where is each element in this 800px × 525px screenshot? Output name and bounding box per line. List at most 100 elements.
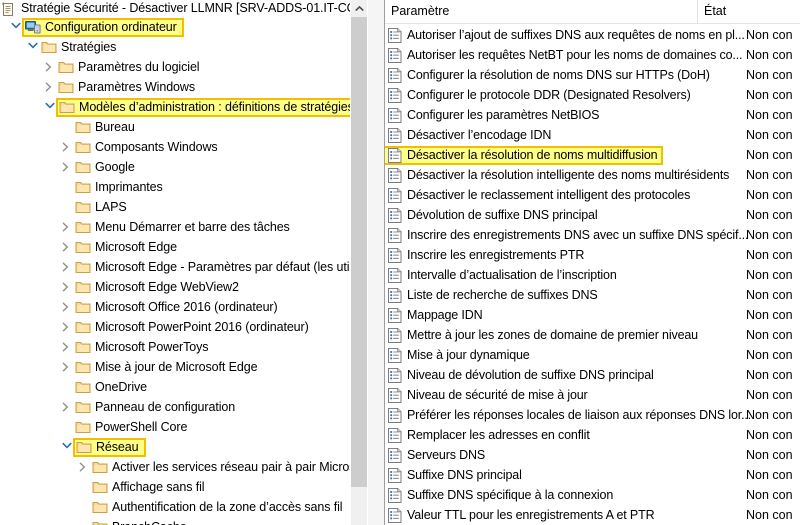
policy-tree-scroll-area[interactable]: Stratégie Sécurité - Désactiver LLMNR [S… bbox=[0, 0, 367, 525]
tree-item-20[interactable]: PowerShell Core bbox=[0, 417, 367, 437]
settings-list-row[interactable]: Désactiver la résolution de noms multidi… bbox=[385, 145, 800, 165]
tree-expander-expanded[interactable] bbox=[8, 17, 23, 37]
tree-expander-collapsed[interactable] bbox=[59, 157, 74, 177]
tree-item-2[interactable]: Paramètres du logiciel bbox=[0, 57, 367, 77]
settings-list-row[interactable]: Mappage IDN Non con bbox=[385, 305, 800, 325]
tree-expander-none bbox=[76, 497, 91, 517]
tree-item-label: Activer les services réseau pair à pair … bbox=[112, 460, 367, 474]
tree-item-16[interactable]: Microsoft PowerToys bbox=[0, 337, 367, 357]
settings-list-row[interactable]: Niveau de sécurité de mise à jour Non con bbox=[385, 385, 800, 405]
tree-item-5[interactable]: Bureau bbox=[0, 117, 367, 137]
tree-item-18[interactable]: OneDrive bbox=[0, 377, 367, 397]
list-row-content: Valeur TTL pour les enregistrements A et… bbox=[385, 506, 660, 525]
tree-item-17[interactable]: Mise à jour de Microsoft Edge bbox=[0, 357, 367, 377]
tree-expander-collapsed[interactable] bbox=[59, 237, 74, 257]
settings-list-row[interactable]: Configurer les paramètres NetBIOS Non con bbox=[385, 105, 800, 125]
computer-icon bbox=[24, 17, 42, 37]
folder-icon bbox=[74, 277, 92, 297]
tree-item-7[interactable]: Google bbox=[0, 157, 367, 177]
settings-list-row[interactable]: Niveau de dévolution de suffixe DNS prin… bbox=[385, 365, 800, 385]
policy-setting-name: Désactiver le reclassement intelligent d… bbox=[407, 188, 691, 202]
settings-list-row[interactable]: Valeur TTL pour les enregistrements A et… bbox=[385, 505, 800, 525]
tree-expander-expanded[interactable] bbox=[25, 37, 40, 57]
folder-icon bbox=[74, 197, 92, 217]
tree-item-3[interactable]: Paramètres Windows bbox=[0, 77, 367, 97]
settings-list-row[interactable]: Configurer la résolution de noms DNS sur… bbox=[385, 65, 800, 85]
scroll-thumb[interactable] bbox=[351, 17, 367, 487]
tree-item-22[interactable]: Activer les services réseau pair à pair … bbox=[0, 457, 367, 477]
tree-expander-collapsed[interactable] bbox=[59, 217, 74, 237]
settings-list-row[interactable]: Désactiver le reclassement intelligent d… bbox=[385, 185, 800, 205]
tree-item-25[interactable]: BranchCache bbox=[0, 517, 367, 525]
policy-setting-icon bbox=[387, 326, 405, 345]
tree-expander-collapsed[interactable] bbox=[59, 357, 74, 377]
settings-list-row[interactable]: Liste de recherche de suffixes DNS Non co… bbox=[385, 285, 800, 305]
settings-list-row[interactable]: Autoriser l’ajout de suffixes DNS aux re… bbox=[385, 25, 800, 45]
settings-list-row[interactable]: Intervalle d’actualisation de l’inscript… bbox=[385, 265, 800, 285]
tree-item-content: Paramètres du logiciel bbox=[57, 57, 202, 77]
tree-root-title-row[interactable]: Stratégie Sécurité - Désactiver LLMNR [S… bbox=[0, 0, 367, 17]
settings-list-row[interactable]: Désactiver l’encodage IDN Non con bbox=[385, 125, 800, 145]
tree-item-content: Paramètres Windows bbox=[57, 77, 198, 97]
tree-item-15[interactable]: Microsoft PowerPoint 2016 (ordinateur) bbox=[0, 317, 367, 337]
list-row-content: Suffixe DNS principal bbox=[385, 466, 528, 485]
policy-setting-icon bbox=[387, 306, 405, 325]
tree-item-9[interactable]: LAPS bbox=[0, 197, 367, 217]
settings-list-row[interactable]: Remplacer les adresses en conflit Non con bbox=[385, 425, 800, 445]
policy-setting-state: Non con bbox=[746, 188, 793, 202]
tree-item-23[interactable]: Affichage sans fil bbox=[0, 477, 367, 497]
settings-list-row[interactable]: Mise à jour dynamique Non con bbox=[385, 345, 800, 365]
tree-expander-collapsed[interactable] bbox=[59, 297, 74, 317]
tree-expander-collapsed[interactable] bbox=[59, 257, 74, 277]
settings-list-row[interactable]: Inscrire des enregistrements DNS avec un… bbox=[385, 225, 800, 245]
tree-item-highlight-box: Modèles d’administration : définitions d… bbox=[56, 97, 367, 117]
tree-item-1[interactable]: Stratégies bbox=[0, 37, 367, 57]
tree-item-8[interactable]: Imprimantes bbox=[0, 177, 367, 197]
tree-item-label: Panneau de configuration bbox=[95, 400, 236, 414]
settings-list-row[interactable]: Autoriser les requêtes NetBT pour les no… bbox=[385, 45, 800, 65]
tree-item-label: Microsoft PowerToys bbox=[95, 340, 209, 354]
settings-list-row[interactable]: Serveurs DNS Non con bbox=[385, 445, 800, 465]
tree-expander-collapsed[interactable] bbox=[59, 397, 74, 417]
tree-expander-collapsed[interactable] bbox=[59, 317, 74, 337]
tree-expander-expanded[interactable] bbox=[59, 437, 74, 457]
tree-expander-expanded[interactable] bbox=[42, 97, 57, 117]
settings-list-pane: Paramètre État Autoriser l’ajout de suff… bbox=[384, 0, 800, 525]
settings-list-row[interactable]: Dévolution de suffixe DNS principal Non c… bbox=[385, 205, 800, 225]
chevron-down-icon bbox=[45, 102, 55, 109]
settings-list-row[interactable]: Suffixe DNS principal Non con bbox=[385, 465, 800, 485]
tree-item-10[interactable]: Menu Démarrer et barre des tâches bbox=[0, 217, 367, 237]
settings-list-row[interactable]: Suffixe DNS spécifique à la connexion Non… bbox=[385, 485, 800, 505]
column-header-state[interactable]: État bbox=[698, 0, 800, 23]
policy-setting-state: Non con bbox=[746, 448, 793, 462]
tree-expander-collapsed[interactable] bbox=[59, 137, 74, 157]
list-row-content: Désactiver l’encodage IDN bbox=[385, 126, 557, 145]
settings-list-row[interactable]: Préférer les réponses locales de liaison… bbox=[385, 405, 800, 425]
tree-item-19[interactable]: Panneau de configuration bbox=[0, 397, 367, 417]
settings-list-row[interactable]: Inscrire les enregistrements PTR Non con bbox=[385, 245, 800, 265]
tree-item-21[interactable]: Réseau bbox=[0, 437, 367, 457]
tree-expander-collapsed[interactable] bbox=[76, 457, 91, 477]
settings-list-row[interactable]: Mettre à jour les zones de domaine de pr… bbox=[385, 325, 800, 345]
column-header-setting[interactable]: Paramètre bbox=[385, 0, 698, 23]
tree-item-6[interactable]: Composants Windows bbox=[0, 137, 367, 157]
tree-vertical-scrollbar[interactable] bbox=[350, 0, 367, 525]
settings-list-row[interactable]: Configurer le protocole DDR (Designated … bbox=[385, 85, 800, 105]
tree-item-4[interactable]: Modèles d’administration : définitions d… bbox=[0, 97, 367, 117]
settings-list-row[interactable]: Désactiver la résolution intelligente de… bbox=[385, 165, 800, 185]
tree-item-12[interactable]: Microsoft Edge - Paramètres par défaut (… bbox=[0, 257, 367, 277]
policy-setting-name: Mise à jour dynamique bbox=[407, 348, 530, 362]
tree-expander-collapsed[interactable] bbox=[42, 57, 57, 77]
tree-item-14[interactable]: Microsoft Office 2016 (ordinateur) bbox=[0, 297, 367, 317]
tree-item-13[interactable]: Microsoft Edge WebView2 bbox=[0, 277, 367, 297]
scroll-up-button[interactable] bbox=[351, 0, 367, 17]
tree-item-11[interactable]: Microsoft Edge bbox=[0, 237, 367, 257]
tree-expander-collapsed[interactable] bbox=[42, 77, 57, 97]
tree-item-0[interactable]: Configuration ordinateur bbox=[0, 17, 367, 37]
pane-splitter[interactable] bbox=[367, 0, 384, 525]
policy-setting-icon bbox=[387, 186, 405, 205]
tree-item-content: Microsoft Edge - Paramètres par défaut (… bbox=[74, 257, 367, 277]
tree-item-24[interactable]: Authentification de la zone d’accès sans… bbox=[0, 497, 367, 517]
tree-expander-collapsed[interactable] bbox=[59, 277, 74, 297]
tree-expander-collapsed[interactable] bbox=[59, 337, 74, 357]
